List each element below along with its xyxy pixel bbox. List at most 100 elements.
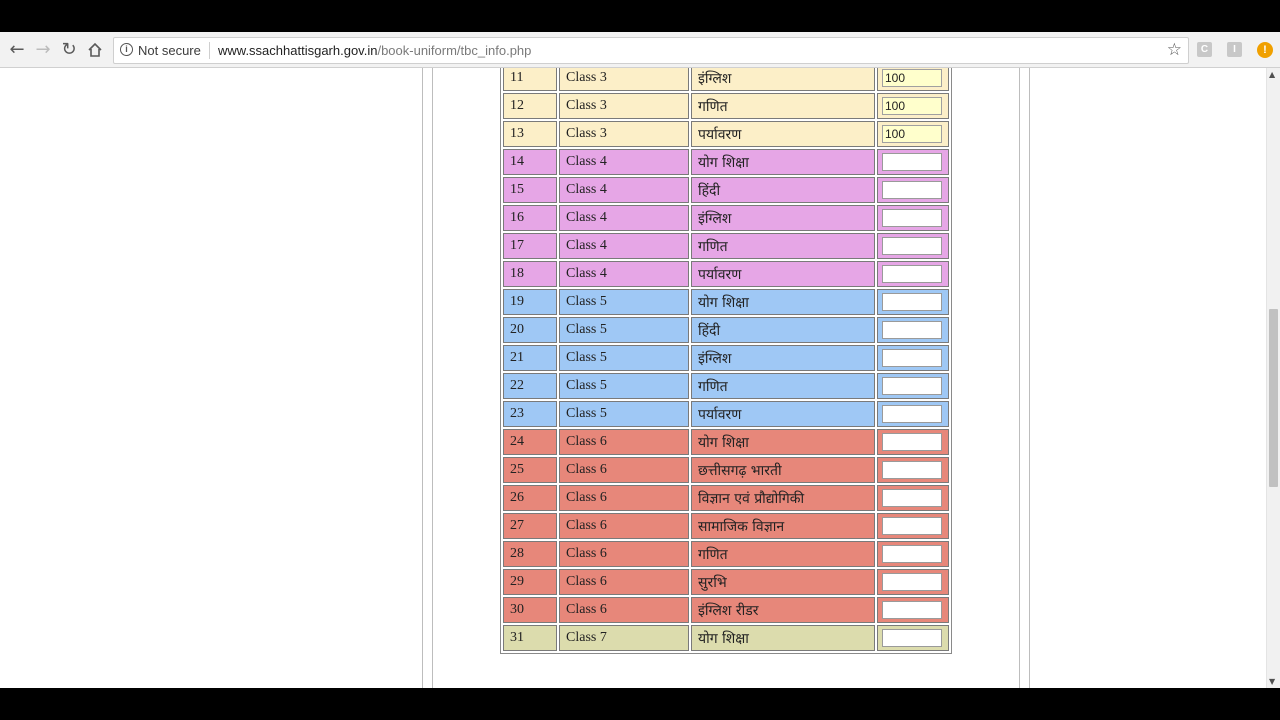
row-class: Class 5	[559, 289, 689, 315]
reload-button[interactable]: ↻	[56, 32, 82, 68]
row-subject: गणित	[691, 233, 875, 259]
security-label[interactable]: Not secure	[138, 43, 201, 58]
browser-toolbar: ← → ↻ i Not secure www.ssachhattisgarh.g…	[0, 32, 1280, 68]
scrollbar-thumb[interactable]	[1269, 309, 1278, 487]
home-icon	[88, 42, 102, 57]
row-quantity-cell	[877, 541, 949, 567]
window-bottom-bar	[0, 688, 1280, 720]
row-quantity-cell	[877, 317, 949, 343]
row-quantity-cell	[877, 513, 949, 539]
table-row: 28 Class 6 गणित	[503, 541, 949, 567]
row-subject: पर्यावरण	[691, 261, 875, 287]
quantity-input[interactable]	[882, 433, 942, 451]
row-quantity-cell	[877, 457, 949, 483]
row-quantity-cell	[877, 401, 949, 427]
row-quantity-cell	[877, 261, 949, 287]
row-number: 16	[503, 205, 557, 231]
omnibox-divider	[209, 42, 210, 59]
quantity-input[interactable]	[882, 181, 942, 199]
quantity-input[interactable]	[882, 97, 942, 115]
bookmark-star-icon[interactable]: ☆	[1167, 39, 1182, 61]
address-bar[interactable]: i Not secure www.ssachhattisgarh.gov.in/…	[113, 37, 1189, 64]
quantity-input[interactable]	[882, 461, 942, 479]
quantity-input[interactable]	[882, 125, 942, 143]
row-subject: गणित	[691, 93, 875, 119]
row-number: 26	[503, 485, 557, 511]
table-row: 18 Class 4 पर्यावरण	[503, 261, 949, 287]
row-number: 15	[503, 177, 557, 203]
quantity-input[interactable]	[882, 209, 942, 227]
row-number: 25	[503, 457, 557, 483]
row-class: Class 5	[559, 373, 689, 399]
row-quantity-cell	[877, 68, 949, 91]
table-row: 19 Class 5 योग शिक्षा	[503, 289, 949, 315]
page-viewport: 11Class 3इंग्लिश12Class 3गणित13Class 3पर…	[0, 68, 1280, 688]
table-row: 20 Class 5 हिंदी	[503, 317, 949, 343]
table-row: 25 Class 6 छत्तीसगढ़ भारती	[503, 457, 949, 483]
table-row: 15 Class 4 हिंदी	[503, 177, 949, 203]
row-subject: विज्ञान एवं प्रौद्योगिकी	[691, 485, 875, 511]
quantity-input[interactable]	[882, 377, 942, 395]
quantity-input[interactable]	[882, 489, 942, 507]
row-subject: हिंदी	[691, 317, 875, 343]
back-button[interactable]: ←	[4, 32, 30, 68]
row-quantity-cell	[877, 345, 949, 371]
quantity-input[interactable]	[882, 237, 942, 255]
quantity-input[interactable]	[882, 405, 942, 423]
quantity-input[interactable]	[882, 153, 942, 171]
extension-alert-icon[interactable]: !	[1257, 42, 1273, 58]
row-subject: सुरभि	[691, 569, 875, 595]
quantity-input[interactable]	[882, 545, 942, 563]
row-number: 14	[503, 149, 557, 175]
row-number: 24	[503, 429, 557, 455]
row-subject: योग शिक्षा	[691, 625, 875, 651]
row-subject: योग शिक्षा	[691, 289, 875, 315]
extension-c-icon[interactable]: C	[1197, 42, 1212, 57]
quantity-input[interactable]	[882, 321, 942, 339]
row-class: Class 3	[559, 68, 689, 91]
url-text[interactable]: www.ssachhattisgarh.gov.in/book-uniform/…	[218, 43, 531, 58]
arrow-left-icon: ←	[9, 39, 25, 60]
row-quantity-cell	[877, 93, 949, 119]
row-quantity-cell	[877, 177, 949, 203]
quantity-input[interactable]	[882, 601, 942, 619]
quantity-input[interactable]	[882, 265, 942, 283]
row-class: Class 4	[559, 177, 689, 203]
table-row: 23 Class 5 पर्यावरण	[503, 401, 949, 427]
forward-button[interactable]: →	[30, 32, 56, 68]
info-icon[interactable]: i	[120, 43, 133, 56]
row-class: Class 4	[559, 261, 689, 287]
table-row: 21 Class 5 इंग्लिश	[503, 345, 949, 371]
vertical-scrollbar[interactable]: ▲ ▼	[1266, 68, 1280, 688]
quantity-input[interactable]	[882, 629, 942, 647]
quantity-input[interactable]	[882, 573, 942, 591]
table-row: 31 Class 7 योग शिक्षा	[503, 625, 949, 651]
row-subject: इंग्लिश	[691, 205, 875, 231]
row-number: 19	[503, 289, 557, 315]
row-number: 29	[503, 569, 557, 595]
row-number: 18	[503, 261, 557, 287]
table-row: 27 Class 6 सामाजिक विज्ञान	[503, 513, 949, 539]
row-class: Class 6	[559, 541, 689, 567]
row-class: Class 6	[559, 457, 689, 483]
scroll-down-arrow-icon[interactable]: ▼	[1269, 677, 1275, 686]
scroll-up-arrow-icon[interactable]: ▲	[1269, 70, 1275, 79]
row-subject: गणित	[691, 373, 875, 399]
row-quantity-cell	[877, 625, 949, 651]
row-class: Class 3	[559, 121, 689, 147]
row-class: Class 5	[559, 401, 689, 427]
home-button[interactable]	[82, 32, 108, 68]
url-host: www.ssachhattisgarh.gov.in	[218, 43, 378, 58]
quantity-input[interactable]	[882, 517, 942, 535]
row-class: Class 6	[559, 429, 689, 455]
row-number: 13	[503, 121, 557, 147]
row-class: Class 3	[559, 93, 689, 119]
row-quantity-cell	[877, 485, 949, 511]
quantity-input[interactable]	[882, 349, 942, 367]
quantity-input[interactable]	[882, 293, 942, 311]
quantity-input[interactable]	[882, 69, 942, 87]
arrow-right-icon: →	[35, 39, 51, 60]
extension-i-icon[interactable]: I	[1227, 42, 1242, 57]
url-path: /book-uniform/tbc_info.php	[377, 43, 532, 58]
book-quantity-table: 11Class 3इंग्लिश12Class 3गणित13Class 3पर…	[500, 68, 952, 654]
